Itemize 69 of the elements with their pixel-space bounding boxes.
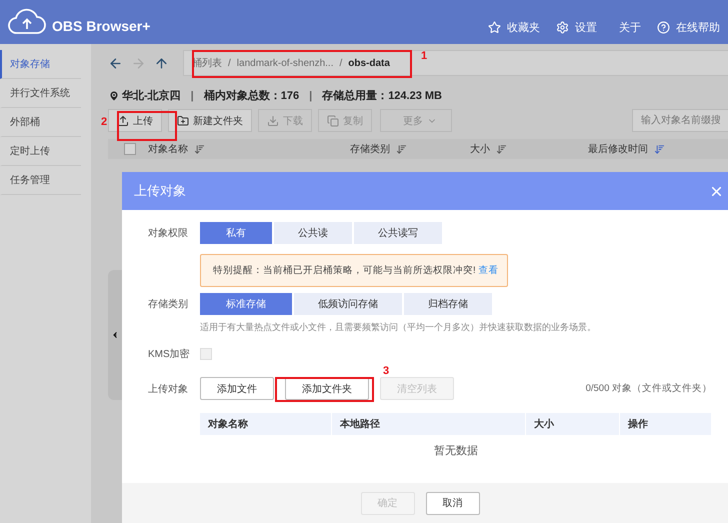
step-number: 1: [421, 50, 428, 62]
sort-icon[interactable]: [654, 144, 665, 154]
header-link[interactable]: 设置: [556, 20, 597, 35]
sidebar-item[interactable]: 对象存储: [0, 50, 81, 79]
column-header: 操作: [628, 418, 648, 431]
up-icon[interactable]: [154, 56, 169, 70]
sidebar-item[interactable]: 外部桶: [0, 108, 81, 137]
star-icon: [488, 21, 501, 34]
toolbar-button[interactable]: 上传: [108, 109, 162, 132]
location-icon: [108, 90, 120, 102]
storage-class-option[interactable]: 标准存储: [200, 293, 292, 315]
storage-class-description: 适用于有大量热点文件或小文件，且需要频繁访问（平均一个月多次）并快速获取数据的业务场景。: [200, 321, 597, 334]
region-text: 华北-北京四: [122, 88, 181, 103]
storage-class-option[interactable]: 低频访问存储: [294, 293, 402, 315]
download-icon: [267, 114, 279, 126]
select-all-checkbox[interactable]: [124, 143, 136, 155]
column-header: 本地路径: [340, 418, 380, 431]
breadcrumb-item[interactable]: obs-data: [348, 58, 390, 68]
permission-option[interactable]: 私有: [200, 222, 272, 244]
breadcrumb-item[interactable]: landmark-of-shenzh...: [236, 58, 334, 68]
column-header[interactable]: 最后修改时间: [588, 142, 648, 156]
step-number: 3: [383, 365, 390, 377]
sort-icon[interactable]: [194, 144, 205, 154]
empty-message: 暂无数据: [434, 444, 478, 458]
field-label: KMS加密: [148, 348, 191, 361]
cloud-upload-icon: [8, 6, 46, 36]
upload-icon: [117, 114, 129, 126]
footer-button[interactable]: 取消: [426, 492, 480, 514]
header-link[interactable]: 关于: [613, 20, 641, 35]
kms-checkbox[interactable]: [200, 348, 212, 360]
header-link[interactable]: 在线帮助: [657, 20, 720, 35]
breadcrumb-separator: /: [340, 58, 342, 68]
sidebar-item[interactable]: 任务管理: [0, 166, 81, 195]
column-header: 大小: [534, 418, 554, 431]
field-label: 存储类别: [148, 298, 189, 311]
folder-plus-icon: [177, 114, 189, 126]
object-count: 桶内对象总数：176: [204, 88, 300, 103]
column-header[interactable]: 大小: [470, 142, 490, 156]
info-separator: |: [190, 90, 194, 102]
collapse-handle[interactable]: [108, 270, 122, 400]
step-number: 2: [101, 116, 108, 128]
sort-icon[interactable]: [396, 144, 407, 154]
breadcrumb-separator: /: [228, 58, 231, 68]
back-icon[interactable]: [108, 56, 123, 70]
info-separator: |: [309, 90, 312, 102]
sidebar-item[interactable]: 定时上传: [0, 137, 81, 166]
add-button[interactable]: 添加文件: [200, 377, 274, 400]
highlight-frame: [117, 111, 177, 141]
field-label: 对象权限: [148, 226, 189, 240]
sort-icon[interactable]: [496, 144, 507, 154]
column-header[interactable]: 对象名称: [148, 142, 188, 156]
column-header[interactable]: 存储类别: [350, 142, 390, 156]
dialog-title: 上传对象: [134, 182, 186, 200]
storage-usage: 存储总用量：124.23 MB: [322, 88, 442, 103]
app-title: OBS Browser+: [52, 18, 150, 34]
permission-option[interactable]: 公共读写: [354, 222, 442, 244]
add-button[interactable]: 添加文件夹: [285, 377, 369, 400]
storage-class-option[interactable]: 归档存储: [404, 293, 492, 315]
copy-icon: [327, 114, 339, 126]
warning-text: 特别提醒：当前桶已开启桶策略，可能与当前所选权限冲突!: [213, 264, 476, 277]
permission-option[interactable]: 公共读: [274, 222, 352, 244]
object-count-text: 0/500 对象（文件或文件夹）: [586, 382, 712, 395]
toolbar-button[interactable]: 新建文件夹: [168, 109, 252, 132]
help-icon: [657, 21, 670, 34]
sidebar-item[interactable]: 并行文件系统: [0, 79, 81, 108]
field-label: 上传对象: [148, 382, 189, 396]
column-header: 对象名称: [208, 418, 248, 431]
header-link[interactable]: 收藏夹: [488, 20, 540, 35]
settings-icon: [556, 21, 569, 34]
